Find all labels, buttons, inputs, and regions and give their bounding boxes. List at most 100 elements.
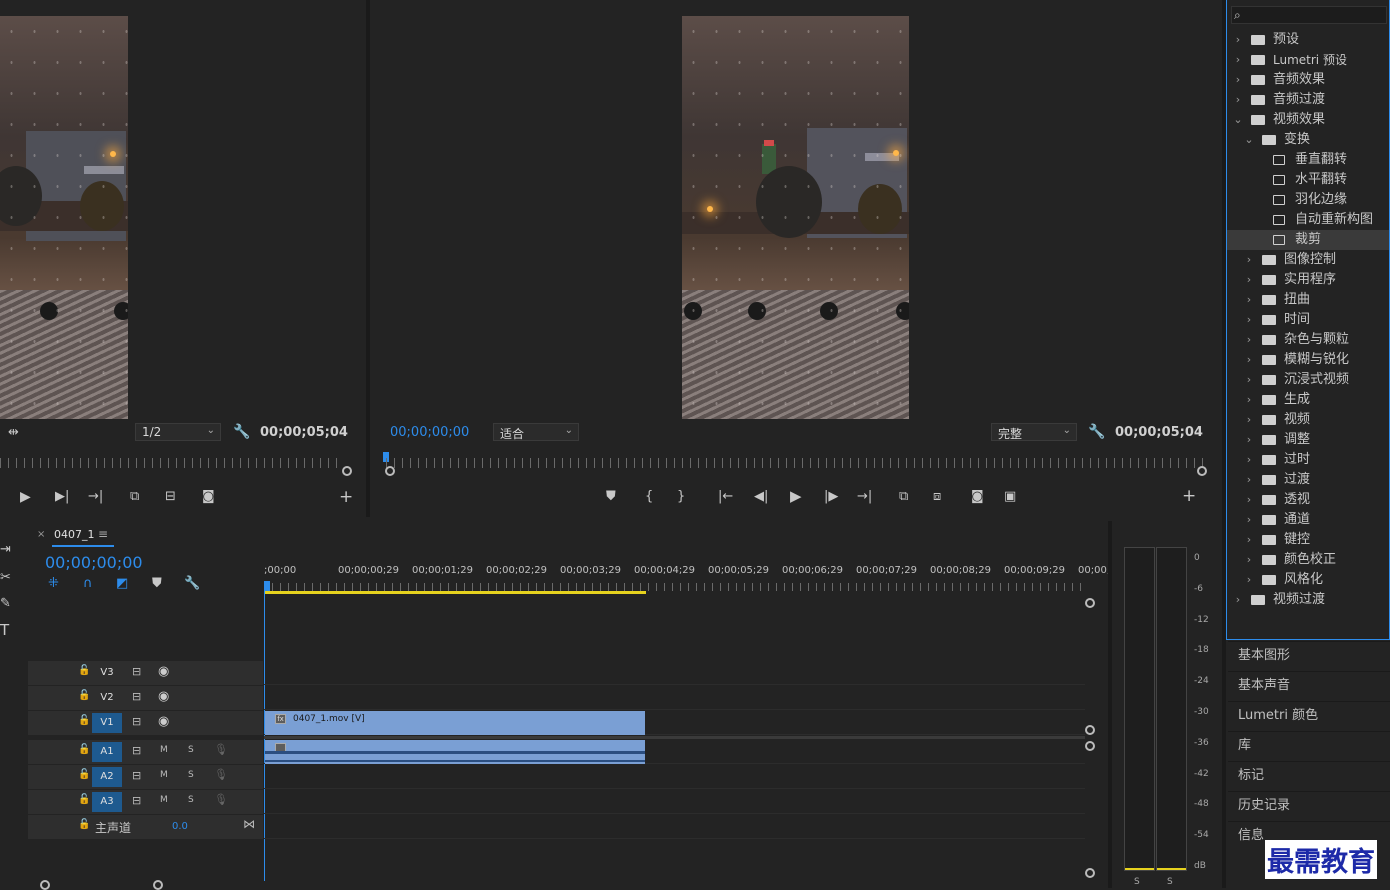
effect-item[interactable]: 水平翻转	[1227, 170, 1389, 190]
zoom-scroll-handle[interactable]	[153, 880, 163, 890]
effects-folder[interactable]: › Lumetri 预设	[1227, 50, 1389, 70]
sync-lock-icon[interactable]: ⊟	[132, 794, 141, 807]
quality-dropdown[interactable]: 完整 ⌄	[991, 423, 1077, 441]
add-marker-icon[interactable]: ⛊	[152, 577, 162, 591]
zoom-handle[interactable]	[342, 466, 352, 476]
wrench-icon[interactable]: 🔧	[1088, 425, 1105, 439]
mute-button[interactable]: M	[160, 745, 168, 755]
sync-lock-icon[interactable]: ⊟	[132, 715, 141, 728]
video-clip[interactable]: fx 0407_1.mov [V]	[265, 711, 645, 735]
lock-icon[interactable]: 🔓	[78, 744, 90, 755]
side-panel-tab[interactable]: 基本图形	[1228, 641, 1390, 669]
track-target-a3[interactable]: A3	[92, 792, 122, 812]
nest-icon[interactable]: ⁜	[48, 577, 59, 591]
effects-folder[interactable]: › 沉浸式视频	[1227, 370, 1389, 390]
zoom-scroll-handle[interactable]	[40, 880, 50, 890]
pen-tool-icon[interactable]: ✎	[0, 597, 11, 611]
side-panel-tab[interactable]: 标记	[1228, 761, 1390, 789]
side-panel-tab[interactable]: 基本声音	[1228, 671, 1390, 699]
chevron-right-icon[interactable]: ›	[1244, 250, 1254, 270]
close-icon[interactable]: ×	[37, 529, 45, 540]
track-target-a2[interactable]: A2	[92, 767, 122, 787]
sync-lock-icon[interactable]: ⊟	[132, 665, 141, 678]
effects-folder[interactable]: › 过渡	[1227, 470, 1389, 490]
solo-button[interactable]: S	[188, 770, 194, 780]
linked-selection-icon[interactable]: ◩	[116, 577, 128, 591]
timeline-scroll-handle[interactable]	[1085, 598, 1095, 608]
extract-icon[interactable]: ⧈	[933, 490, 941, 504]
chevron-right-icon[interactable]: ›	[1244, 510, 1254, 530]
add-button-icon[interactable]: +	[339, 489, 353, 506]
timeline-ticks[interactable]	[264, 583, 1084, 591]
effects-folder[interactable]: › 视频	[1227, 410, 1389, 430]
solo-left-button[interactable]: S	[1134, 877, 1140, 887]
step-forward-icon[interactable]: ▶|	[55, 490, 69, 504]
go-to-in-icon[interactable]: |←	[718, 490, 733, 504]
effects-search-field[interactable]: ⌕	[1231, 6, 1387, 24]
effects-folder[interactable]: › 过时	[1227, 450, 1389, 470]
play-icon[interactable]: ▶	[20, 490, 31, 504]
chevron-right-icon[interactable]: ›	[1244, 430, 1254, 450]
mark-in-icon[interactable]: {	[645, 490, 653, 504]
timeline-scroll-handle[interactable]	[1085, 868, 1095, 878]
audio-clip[interactable]	[265, 740, 645, 764]
track-target-v1[interactable]: V1	[92, 713, 122, 733]
chevron-right-icon[interactable]: ›	[1244, 330, 1254, 350]
track-target-v2[interactable]: V2	[92, 688, 122, 708]
snap-icon[interactable]: ∩	[83, 577, 93, 591]
ripple-edit-tool-icon[interactable]: ⇥	[0, 543, 11, 557]
panel-menu-icon[interactable]: ≡	[98, 527, 108, 541]
microphone-icon[interactable]: 🎙	[214, 743, 228, 756]
chevron-right-icon[interactable]: ›	[1244, 390, 1254, 410]
overwrite-icon[interactable]: ⊟	[165, 490, 176, 504]
sync-lock-icon[interactable]: ⊟	[132, 769, 141, 782]
timeline-ruler[interactable]: ;00;00 00;00;00;29 00;00;01;29 00;00;02;29 0…	[264, 565, 1117, 585]
type-tool-icon[interactable]: T	[0, 623, 9, 638]
timeline-scroll-handle[interactable]	[1085, 725, 1095, 735]
master-volume[interactable]: 0.0	[172, 821, 188, 832]
effects-folder[interactable]: › 时间	[1227, 310, 1389, 330]
effect-item[interactable]: 自动重新构图	[1227, 210, 1389, 230]
chevron-right-icon[interactable]: ›	[1233, 70, 1243, 90]
timeline-scroll-handle[interactable]	[1085, 741, 1095, 751]
effects-folder[interactable]: › 音频效果	[1227, 70, 1389, 90]
chevron-right-icon[interactable]: ›	[1244, 410, 1254, 430]
microphone-icon[interactable]: 🎙	[214, 768, 228, 781]
go-to-end-icon[interactable]: ⋈	[243, 817, 255, 831]
effects-folder[interactable]: › 视频过渡	[1227, 590, 1389, 610]
chevron-down-icon[interactable]: ⌄	[1244, 130, 1254, 150]
effects-folder[interactable]: › 通道	[1227, 510, 1389, 530]
chevron-right-icon[interactable]: ›	[1244, 350, 1254, 370]
effects-folder[interactable]: › 键控	[1227, 530, 1389, 550]
camera-icon[interactable]: ◙	[971, 490, 984, 504]
chevron-right-icon[interactable]: ›	[1244, 550, 1254, 570]
go-to-out-icon[interactable]: →|	[857, 490, 872, 504]
effects-folder[interactable]: › 颜色校正	[1227, 550, 1389, 570]
playhead-scrub-icon[interactable]: ⇹	[8, 426, 19, 440]
side-panel-tab[interactable]: 历史记录	[1228, 791, 1390, 819]
timeline-timecode[interactable]: 00;00;00;00	[45, 553, 143, 572]
sequence-tab[interactable]: 0407_1	[54, 528, 95, 541]
mute-button[interactable]: M	[160, 770, 168, 780]
chevron-right-icon[interactable]: ›	[1244, 490, 1254, 510]
wrench-icon[interactable]: 🔧	[184, 577, 200, 591]
solo-button[interactable]: S	[188, 795, 194, 805]
effects-folder[interactable]: ⌄ 变换	[1227, 130, 1389, 150]
playhead-marker[interactable]	[264, 581, 270, 591]
add-marker-icon[interactable]: ⛊	[606, 490, 616, 504]
effects-folder[interactable]: › 调整	[1227, 430, 1389, 450]
microphone-icon[interactable]: 🎙	[214, 793, 228, 806]
chevron-right-icon[interactable]: ›	[1233, 30, 1243, 50]
comparison-view-icon[interactable]: ▣	[1004, 490, 1016, 504]
lock-icon[interactable]: 🔓	[78, 769, 90, 780]
step-forward-icon[interactable]: |▶	[824, 490, 838, 504]
chevron-right-icon[interactable]: ›	[1244, 470, 1254, 490]
work-area-bar[interactable]	[264, 591, 646, 594]
lock-icon[interactable]: 🔓	[78, 794, 90, 805]
lift-icon[interactable]: ⧉	[899, 490, 908, 504]
chevron-right-icon[interactable]: ›	[1244, 570, 1254, 590]
chevron-right-icon[interactable]: ›	[1244, 290, 1254, 310]
effects-folder[interactable]: › 杂色与颗粒	[1227, 330, 1389, 350]
effects-folder[interactable]: › 图像控制	[1227, 250, 1389, 270]
eye-icon[interactable]: ◉	[158, 664, 169, 679]
